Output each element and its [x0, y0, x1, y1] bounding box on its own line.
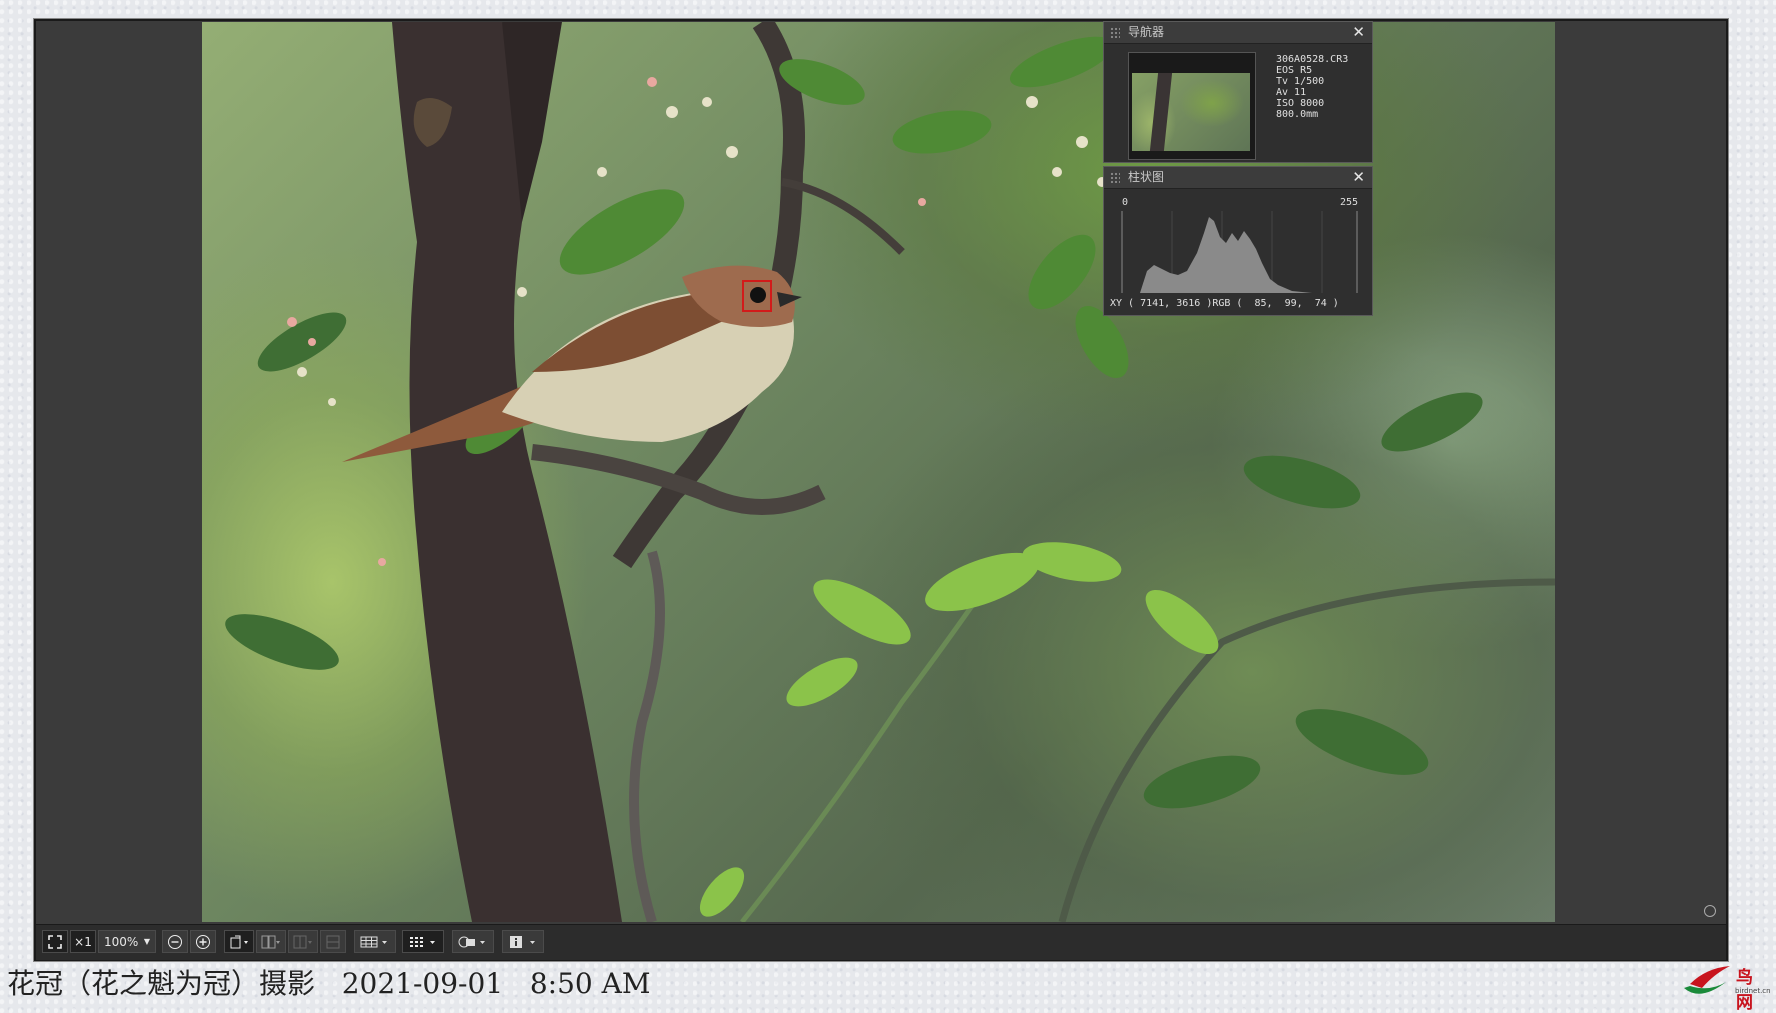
- grid-button[interactable]: [354, 930, 396, 953]
- zoom-level-value: 100%: [104, 934, 139, 949]
- bottom-toolbar: ×1 100% ▼: [36, 924, 1726, 960]
- histogram-graph: [1121, 211, 1358, 293]
- drag-grip-icon[interactable]: [1110, 27, 1120, 38]
- zoom-in-icon: [196, 934, 210, 949]
- zoom-out-button[interactable]: [162, 930, 188, 953]
- fit-screen-icon: [48, 934, 62, 949]
- logo-subtext: birdnet.cn: [1735, 987, 1771, 995]
- display-options-icon: [458, 936, 485, 947]
- exif-info: 306A0528.CR3 EOS R5 Tv 1/500 Av 11 ISO 8000 8…: [1276, 54, 1348, 120]
- af-point-icon: [410, 936, 435, 947]
- exif-av: Av 11: [1276, 87, 1307, 98]
- navigator-panel: 导航器 ✕ 306A0528.CR3 EOS R5 Tv 1/500 Av 11 ISO…: [1103, 21, 1373, 163]
- rotate-button[interactable]: [224, 930, 254, 953]
- drag-grip-icon[interactable]: [1110, 172, 1120, 183]
- rotate-icon: [230, 935, 248, 948]
- exif-iso: ISO 8000: [1276, 98, 1325, 109]
- pixel-readout: XY ( 7141, 3616 )RGB ( 85, 99, 74 ): [1110, 298, 1339, 309]
- photo-caption: 花冠（花之魁为冠）摄影 2021-09-01 8:50 AM: [7, 967, 651, 1000]
- info-icon: [510, 935, 535, 948]
- fit-screen-button[interactable]: [42, 930, 68, 953]
- close-icon[interactable]: ✕: [1352, 22, 1365, 43]
- split-view-button[interactable]: [288, 930, 318, 953]
- af-point-button[interactable]: [402, 930, 444, 953]
- birdnet-logo-icon: [1684, 966, 1730, 994]
- histogram-title: 柱状图: [1128, 170, 1165, 184]
- display-options-button[interactable]: [452, 930, 494, 953]
- split-view-icon: [293, 935, 312, 948]
- zoom-in-button[interactable]: [190, 930, 216, 953]
- viewer-window: 导航器 ✕ 306A0528.CR3 EOS R5 Tv 1/500 Av 11 ISO…: [34, 19, 1728, 961]
- close-icon[interactable]: ✕: [1352, 167, 1365, 188]
- navigator-thumbnail[interactable]: [1128, 52, 1256, 160]
- histogram-title-bar[interactable]: 柱状图 ✕: [1104, 167, 1372, 189]
- zoom-out-icon: [168, 934, 182, 949]
- zoom-level-dropdown[interactable]: 100% ▼: [98, 930, 156, 953]
- navigator-title: 导航器: [1128, 25, 1165, 39]
- thumbnail-image: [1132, 73, 1250, 151]
- exif-filename: 306A0528.CR3: [1276, 54, 1349, 65]
- sync-view-icon: [326, 935, 340, 948]
- birdnet-logo: 鸟网 birdnet.cn: [1680, 962, 1771, 1013]
- chevron-down-icon: ▼: [143, 937, 150, 946]
- info-button[interactable]: [502, 930, 544, 953]
- exif-focal: 800.0mm: [1276, 109, 1319, 120]
- compare-layout-button[interactable]: [256, 930, 286, 953]
- sync-view-button[interactable]: [320, 930, 346, 953]
- histogram-panel: 柱状图 ✕ 0 255 XY ( 7141, 3616 )RGB ( 85, 9…: [1103, 166, 1373, 316]
- resize-grip-icon[interactable]: [1704, 905, 1716, 917]
- grid-icon: [360, 936, 387, 947]
- exif-tv: Tv 1/500: [1276, 76, 1325, 87]
- compare-layout-icon: [261, 935, 280, 948]
- navigator-title-bar[interactable]: 导航器 ✕: [1104, 22, 1372, 44]
- zoom-x1-button[interactable]: ×1: [70, 930, 96, 953]
- exif-camera: EOS R5: [1276, 65, 1313, 76]
